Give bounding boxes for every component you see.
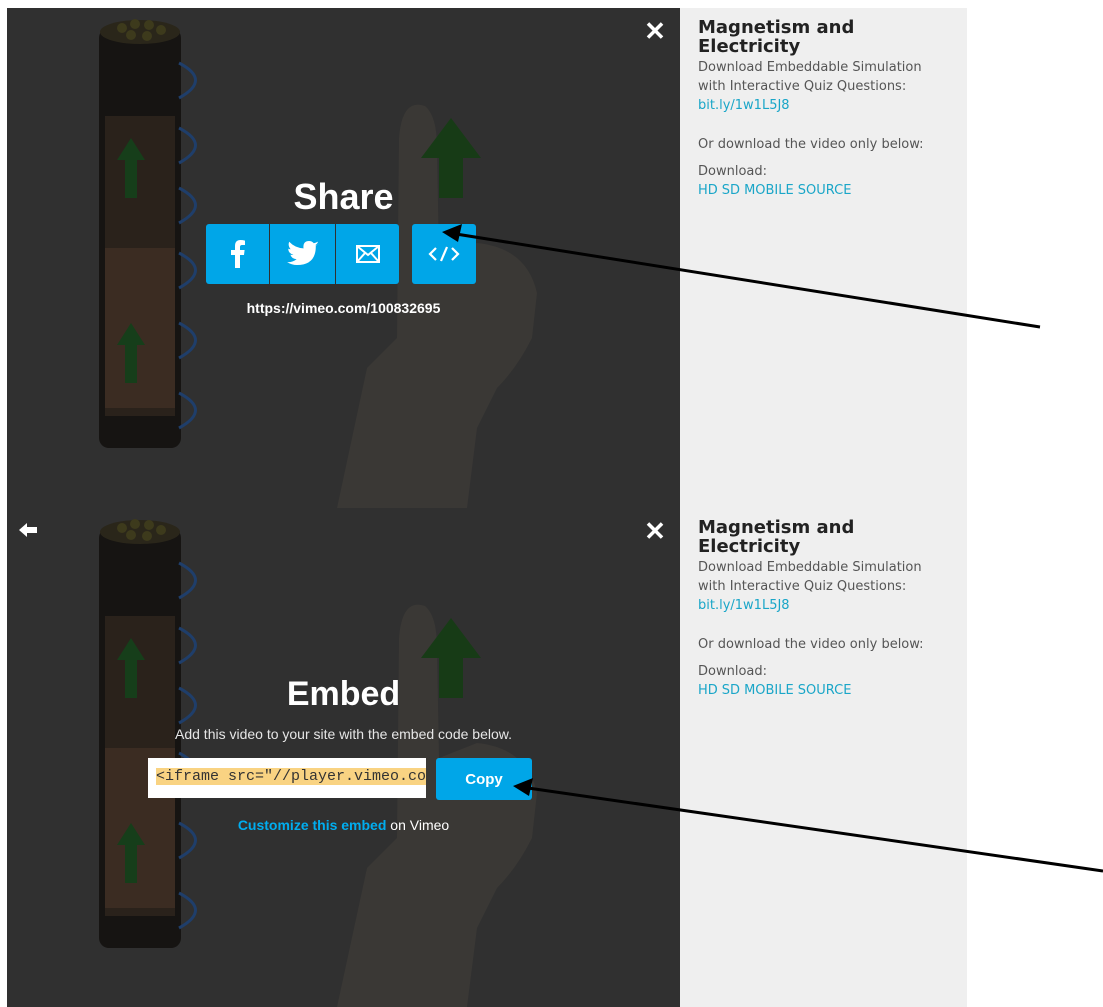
twitter-share-button[interactable] [270, 224, 335, 284]
embed-title: Embed [286, 675, 401, 713]
sidebar: Magnetism and Electricity Download Embed… [680, 8, 967, 1007]
download-mobile-link[interactable]: MOBILE [744, 183, 794, 198]
customize-embed-link[interactable]: Customize this embed [238, 817, 387, 833]
simulation-link[interactable]: bit.ly/1w1L5J8 [698, 596, 948, 615]
share-url[interactable]: https://vimeo.com/100832695 [7, 300, 680, 316]
twitter-icon [286, 241, 319, 265]
download-links: HD SD MOBILE SOURCE [698, 681, 948, 700]
video-info-top: Magnetism and Electricity Download Embed… [698, 18, 948, 200]
video-description: Download Embeddable Simulation with Inte… [698, 60, 922, 94]
video-description: Download Embeddable Simulation with Inte… [698, 560, 922, 594]
embed-subtitle: Add this video to your site with the emb… [175, 726, 512, 742]
download-mobile-link[interactable]: MOBILE [744, 683, 794, 698]
download-hd-link[interactable]: HD [698, 183, 718, 198]
embed-code-field[interactable]: <iframe src="//player.vimeo.com/video/10… [148, 758, 426, 798]
facebook-share-button[interactable] [206, 224, 269, 284]
download-sd-link[interactable]: SD [722, 183, 740, 198]
download-label: Download: [698, 664, 767, 679]
download-links: HD SD MOBILE SOURCE [698, 181, 948, 200]
customize-line: Customize this embed on Vimeo [7, 817, 680, 833]
back-arrow-shape [19, 523, 37, 537]
download-note: Or download the video only below: [698, 637, 924, 652]
embed-code-text: <iframe src="//player.vimeo.com/video/10… [156, 768, 426, 785]
video-title: Magnetism and Electricity [698, 17, 855, 57]
simulation-link[interactable]: bit.ly/1w1L5J8 [698, 96, 948, 115]
video-info-bottom: Magnetism and Electricity Download Embed… [698, 518, 948, 700]
download-hd-link[interactable]: HD [698, 683, 718, 698]
copy-button[interactable]: Copy [436, 758, 532, 800]
download-note: Or download the video only below: [698, 137, 924, 152]
close-icon[interactable]: ✕ [644, 518, 666, 544]
embed-button[interactable] [412, 224, 476, 284]
customize-suffix: on Vimeo [386, 817, 450, 833]
download-source-link[interactable]: SOURCE [798, 683, 852, 698]
back-arrow-icon[interactable] [19, 522, 41, 540]
email-icon [355, 245, 380, 263]
video-player-embed: ✕ Embed Add this video to your site with… [7, 508, 680, 1007]
facebook-icon [230, 240, 245, 268]
share-title: Share [293, 176, 394, 217]
embed-code-icon [428, 246, 460, 262]
close-icon[interactable]: ✕ [644, 18, 666, 44]
email-share-button[interactable] [336, 224, 399, 284]
download-source-link[interactable]: SOURCE [798, 183, 852, 198]
download-label: Download: [698, 164, 767, 179]
video-player-share: ✕ Share https://vimeo.com/100832695 [7, 8, 680, 508]
video-title: Magnetism and Electricity [698, 517, 855, 557]
download-sd-link[interactable]: SD [722, 683, 740, 698]
